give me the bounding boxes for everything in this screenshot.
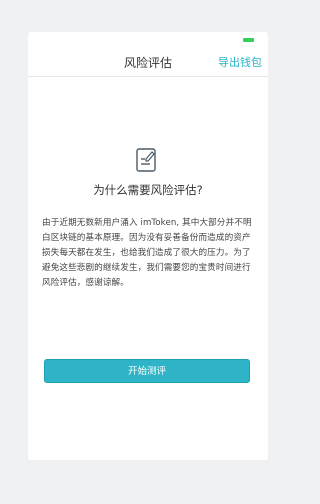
battery-indicator-icon xyxy=(243,38,254,42)
document-edit-icon xyxy=(136,148,156,172)
risk-question: 为什么需要风险评估? xyxy=(93,183,203,197)
export-wallet-link[interactable]: 导出钱包 xyxy=(218,54,262,70)
start-assessment-button[interactable]: 开始测评 xyxy=(44,359,250,383)
risk-description: 由于近期无数新用户涌入 imToken, 其中大部分并不明白区块链的基本原理。因… xyxy=(42,218,252,288)
screen: 风险评估 导出钱包 为什么需要风险评估? 由于近期无数新用户涌入 imToken… xyxy=(28,32,268,460)
header-divider xyxy=(28,76,268,77)
nav-header: 风险评估 导出钱包 xyxy=(28,48,268,78)
